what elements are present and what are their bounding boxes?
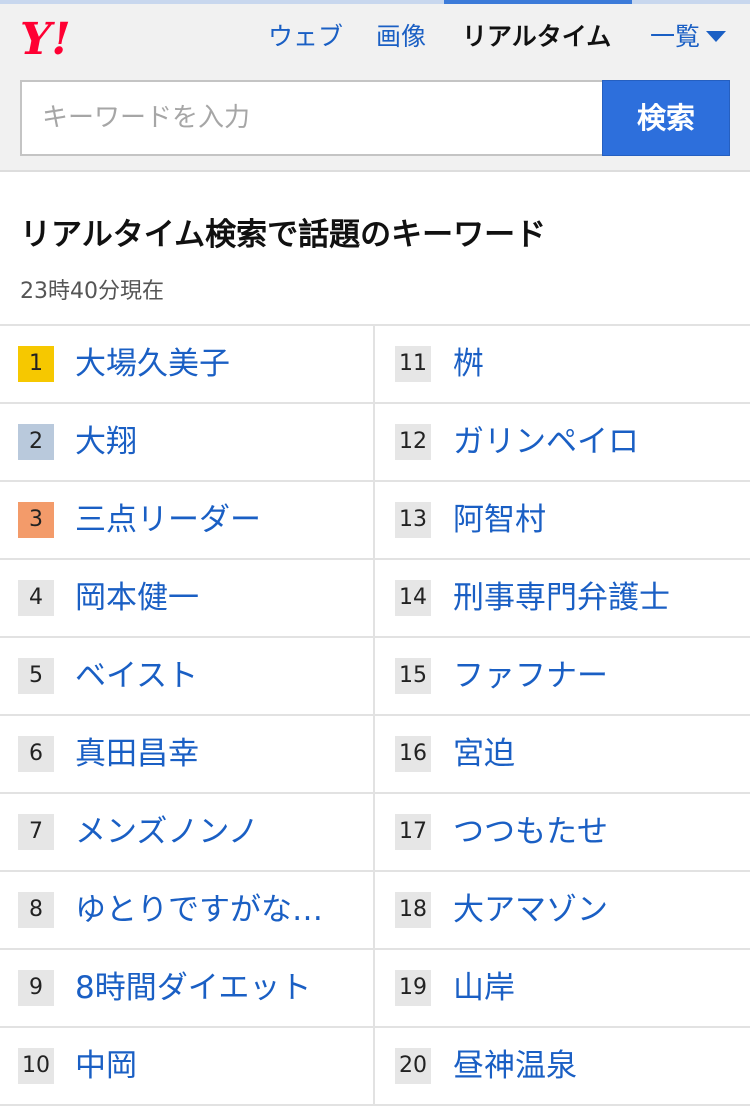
- rank-badge: 20: [395, 1048, 431, 1084]
- yahoo-logo[interactable]: Y!: [20, 14, 100, 60]
- keyword-link[interactable]: ゆとりですがな…: [75, 872, 323, 948]
- ranking-item-12[interactable]: 12 ガリンペイロ: [375, 404, 750, 480]
- search-input[interactable]: [20, 80, 604, 156]
- ranking-item-11[interactable]: 11 桝: [375, 326, 750, 402]
- ranking-item-1[interactable]: 1 大場久美子: [0, 326, 375, 402]
- rank-badge: 10: [18, 1048, 54, 1084]
- ranking-row: 7 メンズノンノ 17 つつもたせ: [0, 794, 750, 872]
- ranking-item-20[interactable]: 20 昼神温泉: [375, 1028, 750, 1104]
- nav-tab-realtime[interactable]: リアルタイム: [462, 18, 611, 56]
- keyword-link[interactable]: 阿智村: [453, 482, 546, 558]
- rank-badge: 4: [18, 580, 54, 616]
- ranking-item-2[interactable]: 2 大翔: [0, 404, 375, 480]
- ranking-item-18[interactable]: 18 大アマゾン: [375, 872, 750, 948]
- header-bar: Y! ウェブ 画像 リアルタイム 一覧 検索: [0, 0, 750, 172]
- rank-badge: 7: [18, 814, 54, 850]
- ranking-item-8[interactable]: 8 ゆとりですがな…: [0, 872, 375, 948]
- rank-badge: 6: [18, 736, 54, 772]
- section-title: リアルタイム検索で話題のキーワード: [20, 217, 547, 253]
- keyword-link[interactable]: ガリンペイロ: [453, 404, 639, 480]
- ranking-row: 4 岡本健一 14 刑事専門弁護士: [0, 560, 750, 638]
- rank-badge: 19: [395, 970, 431, 1006]
- nav-tab-web[interactable]: ウェブ: [268, 18, 343, 56]
- tab-indicator-active: [444, 0, 632, 4]
- ranking-row: 10 中岡 20 昼神温泉: [0, 1028, 750, 1106]
- keyword-link[interactable]: 大アマゾン: [453, 872, 608, 948]
- rank-badge: 12: [395, 424, 431, 460]
- ranking-item-13[interactable]: 13 阿智村: [375, 482, 750, 558]
- ranking-row: 9 8時間ダイエット 19 山岸: [0, 950, 750, 1028]
- keyword-link[interactable]: 山岸: [453, 950, 515, 1026]
- keyword-link[interactable]: ベイスト: [75, 638, 198, 714]
- keyword-link[interactable]: 宮迫: [453, 716, 515, 792]
- rank-badge: 16: [395, 736, 431, 772]
- keyword-link[interactable]: ファフナー: [453, 638, 608, 714]
- ranking-row: 5 ベイスト 15 ファフナー: [0, 638, 750, 716]
- rank-badge: 15: [395, 658, 431, 694]
- ranking-item-10[interactable]: 10 中岡: [0, 1028, 375, 1104]
- yahoo-logo-text: Y!: [20, 14, 71, 60]
- timestamp: 23時40分現在: [20, 279, 164, 304]
- ranking-item-16[interactable]: 16 宮迫: [375, 716, 750, 792]
- ranking-item-3[interactable]: 3 三点リーダー: [0, 482, 375, 558]
- keyword-link[interactable]: 三点リーダー: [75, 482, 261, 558]
- keyword-link[interactable]: 中岡: [75, 1028, 137, 1104]
- rank-badge: 8: [18, 892, 54, 928]
- ranking-item-14[interactable]: 14 刑事専門弁護士: [375, 560, 750, 636]
- ranking-list: 1 大場久美子 11 桝 2 大翔 12 ガリンペイロ 3 三点リーダー 13 …: [0, 324, 750, 1106]
- caret-down-icon: [706, 30, 727, 42]
- tab-indicator: [0, 0, 750, 4]
- keyword-link[interactable]: 昼神温泉: [453, 1028, 577, 1104]
- keyword-link[interactable]: 刑事専門弁護士: [453, 560, 670, 636]
- keyword-link[interactable]: つつもたせ: [453, 794, 608, 870]
- nav-tab-image[interactable]: 画像: [376, 18, 426, 56]
- keyword-link[interactable]: 大翔: [75, 404, 137, 480]
- ranking-row: 6 真田昌幸 16 宮迫: [0, 716, 750, 794]
- rank-badge: 5: [18, 658, 54, 694]
- rank-badge: 2: [18, 424, 54, 460]
- keyword-link[interactable]: 桝: [453, 326, 484, 402]
- ranking-item-6[interactable]: 6 真田昌幸: [0, 716, 375, 792]
- ranking-row: 8 ゆとりですがな… 18 大アマゾン: [0, 872, 750, 950]
- rank-badge: 3: [18, 502, 54, 538]
- keyword-link[interactable]: メンズノンノ: [75, 794, 259, 870]
- rank-badge: 9: [18, 970, 54, 1006]
- keyword-link[interactable]: 8時間ダイエット: [75, 950, 311, 1026]
- search-button[interactable]: 検索: [602, 80, 730, 156]
- rank-badge: 17: [395, 814, 431, 850]
- ranking-item-15[interactable]: 15 ファフナー: [375, 638, 750, 714]
- nav-list-menu[interactable]: 一覧: [650, 18, 727, 56]
- rank-badge: 13: [395, 502, 431, 538]
- keyword-link[interactable]: 大場久美子: [75, 326, 230, 402]
- rank-badge: 14: [395, 580, 431, 616]
- ranking-item-9[interactable]: 9 8時間ダイエット: [0, 950, 375, 1026]
- nav-list-label: 一覧: [650, 22, 701, 51]
- rank-badge: 1: [18, 346, 54, 382]
- ranking-row: 2 大翔 12 ガリンペイロ: [0, 404, 750, 482]
- ranking-item-4[interactable]: 4 岡本健一: [0, 560, 375, 636]
- ranking-row: 1 大場久美子 11 桝: [0, 326, 750, 404]
- rank-badge: 18: [395, 892, 431, 928]
- rank-badge: 11: [395, 346, 431, 382]
- ranking-item-19[interactable]: 19 山岸: [375, 950, 750, 1026]
- ranking-item-17[interactable]: 17 つつもたせ: [375, 794, 750, 870]
- ranking-item-7[interactable]: 7 メンズノンノ: [0, 794, 375, 870]
- ranking-item-5[interactable]: 5 ベイスト: [0, 638, 375, 714]
- keyword-link[interactable]: 真田昌幸: [75, 716, 199, 792]
- ranking-row: 3 三点リーダー 13 阿智村: [0, 482, 750, 560]
- keyword-link[interactable]: 岡本健一: [75, 560, 199, 636]
